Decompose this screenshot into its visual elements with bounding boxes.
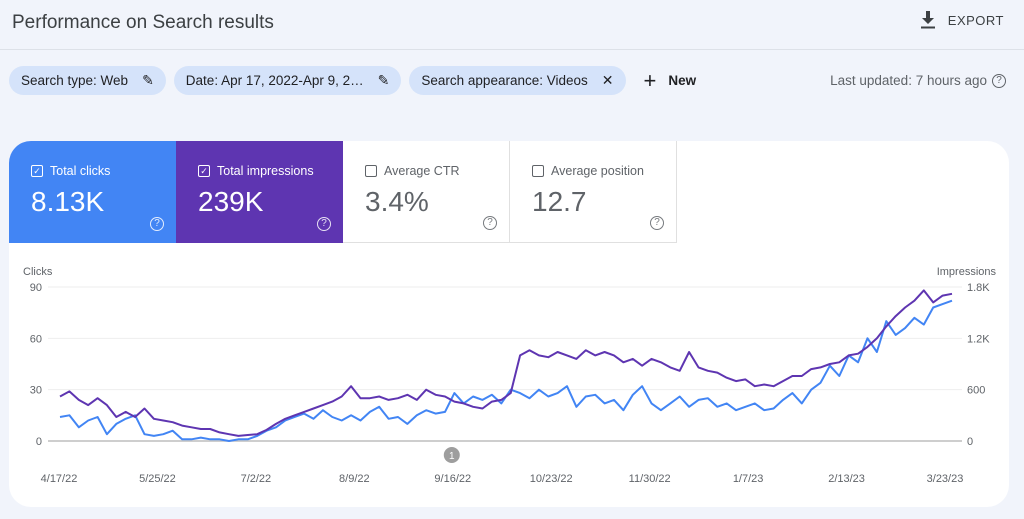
new-filter-button[interactable]: + New: [643, 67, 697, 93]
plus-icon: +: [643, 67, 657, 93]
metric-value: 239K: [198, 186, 264, 217]
close-icon[interactable]: ✕: [602, 72, 614, 89]
x-tick-label: 11/30/22: [629, 473, 671, 485]
x-tick-label: 7/2/22: [241, 473, 272, 485]
filter-bar: Search type: Web ✎ Date: Apr 17, 2022-Ap…: [9, 66, 696, 95]
filter-chip-date[interactable]: Date: Apr 17, 2022-Apr 9, 2… ✎: [173, 66, 402, 95]
help-icon[interactable]: ?: [650, 216, 664, 230]
left-tick-label: 30: [30, 385, 42, 397]
chip-label: Search type: Web: [21, 73, 129, 88]
metric-label: Average position: [551, 164, 644, 178]
metric-value: 8.13K: [31, 186, 105, 217]
help-icon[interactable]: ?: [317, 217, 331, 231]
x-tick-label: 1/7/23: [733, 473, 764, 485]
checkbox-unchecked-icon[interactable]: [365, 165, 377, 177]
help-icon[interactable]: ?: [483, 216, 497, 230]
help-icon[interactable]: ?: [150, 217, 164, 231]
metric-total-clicks[interactable]: ✓ Total clicks 8.13K ?: [9, 141, 176, 243]
metric-value: 12.7: [532, 186, 587, 217]
left-tick-label: 0: [36, 436, 42, 448]
metric-label: Total clicks: [50, 164, 111, 178]
x-tick-label: 5/25/22: [139, 473, 176, 485]
x-tick-label: 9/16/22: [434, 473, 471, 485]
metric-tabs: ✓ Total clicks 8.13K ? ✓ Total impressions…: [9, 141, 677, 243]
pencil-icon[interactable]: ✎: [142, 72, 154, 89]
chip-label: Search appearance: Videos: [421, 73, 588, 88]
filter-chip-search-type[interactable]: Search type: Web ✎: [9, 66, 166, 95]
right-tick-label: 0: [967, 436, 973, 448]
x-tick-label: 8/9/22: [339, 473, 370, 485]
last-updated: Last updated: 7 hours ago ?: [830, 73, 1006, 88]
page-title: Performance on Search results: [12, 12, 274, 33]
help-icon[interactable]: ?: [992, 73, 1006, 88]
page-header: Performance on Search results EXPORT: [0, 0, 1024, 50]
chip-label: Date: Apr 17, 2022-Apr 9, 2…: [185, 73, 364, 88]
metric-label: Average CTR: [384, 164, 460, 178]
x-tick-label: 10/23/22: [530, 473, 573, 485]
series-line-clicks: [59, 299, 953, 442]
metric-average-position[interactable]: Average position 12.7 ?: [510, 141, 677, 243]
metric-total-impressions[interactable]: ✓ Total impressions 239K ?: [176, 141, 343, 243]
new-label: New: [668, 73, 697, 88]
right-tick-label: 600: [967, 385, 985, 397]
left-axis-label: Clicks: [23, 266, 53, 278]
x-tick-label: 2/13/23: [828, 473, 865, 485]
left-tick-label: 60: [30, 333, 42, 345]
metric-label: Total impressions: [217, 164, 314, 178]
pencil-icon[interactable]: ✎: [378, 72, 390, 89]
x-tick-label: 3/23/23: [927, 473, 964, 485]
last-updated-text: Last updated: 7 hours ago: [830, 73, 987, 88]
checkbox-checked-icon[interactable]: ✓: [31, 165, 43, 177]
metric-value: 3.4%: [365, 186, 429, 217]
annotation-label: 1: [449, 451, 455, 462]
checkbox-checked-icon[interactable]: ✓: [198, 165, 210, 177]
series-line-impressions: [59, 289, 953, 437]
right-tick-label: 1.8K: [967, 282, 990, 294]
filter-chip-search-appearance[interactable]: Search appearance: Videos ✕: [409, 66, 626, 95]
x-tick-label: 4/17/22: [41, 473, 78, 485]
right-tick-label: 1.2K: [967, 333, 990, 345]
download-icon: [920, 11, 935, 29]
export-label: EXPORT: [947, 12, 1004, 28]
checkbox-unchecked-icon[interactable]: [532, 165, 544, 177]
left-tick-label: 90: [30, 282, 42, 294]
export-button[interactable]: EXPORT: [920, 11, 1004, 29]
performance-chart[interactable]: Clicks Impressions 0 0 30 600 60 1.2K 90 1.8K 4/17…: [0, 255, 1024, 519]
metric-average-ctr[interactable]: Average CTR 3.4% ?: [343, 141, 510, 243]
right-axis-label: Impressions: [937, 266, 997, 278]
